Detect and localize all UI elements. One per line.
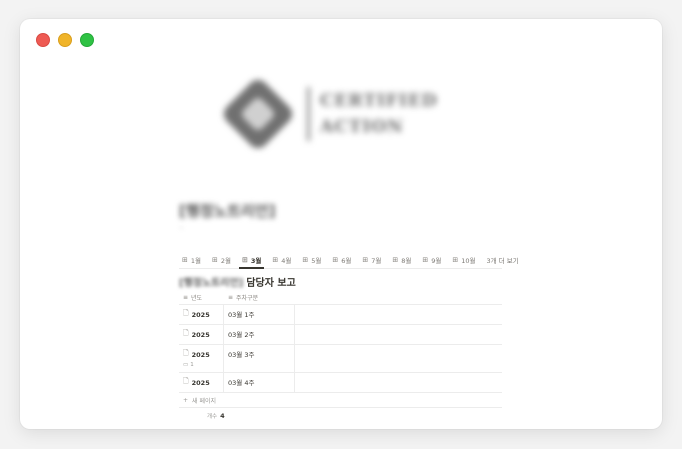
new-page-label: 새 페이지 (192, 397, 217, 405)
logo-mark-icon (219, 75, 297, 153)
database-title-text: 담당자 보고 (246, 278, 296, 289)
table-icon: ⊞ (362, 255, 369, 264)
week-cell[interactable]: 03월 3주 (224, 345, 295, 372)
minimize-window-button[interactable] (58, 33, 72, 47)
page-subtitle: - (180, 223, 183, 232)
text-property-icon: ≡ (228, 293, 234, 301)
page-title: [행정노트리언] (179, 202, 276, 220)
week-cell[interactable]: 03월 4주 (224, 373, 295, 392)
table-icon: ⊞ (212, 255, 218, 264)
page-icon: 🗋 (183, 377, 189, 385)
week-cell[interactable]: 03월 2주 (224, 325, 295, 344)
tab-feb[interactable]: ⊞ 2월 (209, 251, 234, 268)
tab-oct[interactable]: ⊞ 10월 (449, 251, 478, 268)
year-value: 2025 (191, 378, 210, 387)
year-value: 2025 (191, 310, 210, 319)
page-icon: 🗋 (183, 309, 189, 317)
tab-label: 1월 (190, 256, 201, 265)
year-cell[interactable]: 🗋 2025 (179, 305, 224, 324)
year-cell[interactable]: 🗋 2025 (179, 373, 224, 392)
tab-label: 6월 (341, 256, 352, 265)
logo-line-1: CERTIFIED (320, 91, 438, 111)
page-icon: 🗋 (183, 329, 189, 337)
year-cell[interactable]: 🗋 2025 (179, 325, 224, 344)
table-icon: ⊞ (182, 255, 188, 264)
tab-may[interactable]: ⊞ 5월 (299, 251, 324, 268)
tab-label: 10월 (461, 256, 476, 265)
tab-jun[interactable]: ⊞ 6월 (329, 251, 354, 268)
database-table: ≡ 년도 ≡ 주차구분 🗋 2025 03월 1주 🗋 2025 03월 2주 🗋 2… (179, 290, 502, 424)
row-count[interactable]: 개수 4 (179, 408, 502, 424)
table-row[interactable]: 🗋 2025 03월 4주 (179, 373, 502, 393)
tab-aug[interactable]: ⊞ 8월 (389, 251, 414, 268)
logo-text: CERTIFIED ACTION (320, 91, 438, 137)
tab-label: 3월 (250, 256, 262, 265)
tab-jan[interactable]: ⊞ 1월 (179, 251, 204, 268)
table-icon: ⊞ (272, 255, 279, 264)
table-row[interactable]: 🗋 2025 03월 1주 (179, 305, 502, 325)
tab-label: 4월 (281, 256, 292, 265)
table-row[interactable]: 🗋 2025 ▭ 1 03월 3주 (179, 345, 502, 373)
column-label: 년도 (191, 294, 203, 302)
count-label: 개수 (207, 414, 218, 420)
table-header: ≡ 년도 ≡ 주차구분 (179, 290, 502, 305)
maximize-window-button[interactable] (80, 33, 94, 47)
table-icon: ⊞ (332, 255, 339, 264)
more-views-button[interactable]: 3개 더 보기 (484, 251, 522, 268)
close-window-button[interactable] (36, 33, 50, 47)
page-icon: 🗋 (183, 349, 189, 357)
comment-count[interactable]: ▭ 1 (183, 362, 219, 368)
tab-jul[interactable]: ⊞ 7월 (359, 251, 384, 268)
year-value: 2025 (191, 330, 210, 339)
tab-label: 5월 (311, 256, 322, 265)
table-row[interactable]: 🗋 2025 03월 2주 (179, 325, 502, 345)
tab-label: 7월 (371, 256, 382, 265)
database-title[interactable]: [행정노트리언] 담당자 보고 (179, 274, 296, 289)
comment-count-value: 1 (190, 362, 194, 368)
window-controls (36, 33, 94, 47)
tab-apr[interactable]: ⊞ 4월 (269, 251, 294, 268)
column-header-year[interactable]: ≡ 년도 (179, 293, 224, 302)
week-cell[interactable]: 03월 1주 (224, 305, 295, 324)
database-title-prefix: [행정노트리언] (179, 278, 244, 289)
view-tabs: ⊞ 1월 ⊞ 2월 ⊞ 3월 ⊞ 4월 ⊞ 5월 ⊞ 6월 ⊞ 7월 ⊞ 8월 ⊞ 9월 ⊞ 10월… (179, 251, 519, 269)
year-value: 2025 (191, 350, 210, 359)
table-icon: ⊞ (302, 255, 309, 264)
tab-label: 9월 (431, 256, 442, 265)
plus-icon: + (183, 396, 189, 404)
table-icon: ⊞ (392, 255, 399, 264)
year-cell[interactable]: 🗋 2025 ▭ 1 (179, 345, 224, 372)
tab-label: 2월 (220, 256, 231, 265)
table-icon: ⊞ (242, 255, 248, 264)
logo-line-2: ACTION (320, 117, 404, 137)
cover-logo: CERTIFIED ACTION (219, 75, 465, 153)
tab-label: 8월 (401, 256, 412, 265)
table-icon: ⊞ (422, 255, 429, 264)
count-value: 4 (220, 412, 225, 420)
comment-icon: ▭ (183, 362, 189, 368)
column-label: 주차구분 (236, 294, 259, 302)
new-page-button[interactable]: + 새 페이지 (179, 393, 502, 408)
tab-sep[interactable]: ⊞ 9월 (419, 251, 444, 268)
table-icon: ⊞ (452, 255, 459, 264)
tab-mar[interactable]: ⊞ 3월 (239, 251, 265, 269)
column-header-week[interactable]: ≡ 주차구분 (224, 293, 295, 302)
logo-divider (307, 87, 310, 141)
text-property-icon: ≡ (183, 293, 189, 301)
app-window: CERTIFIED ACTION [행정노트리언] - ⊞ 1월 ⊞ 2월 ⊞ 3월 … (20, 19, 662, 429)
